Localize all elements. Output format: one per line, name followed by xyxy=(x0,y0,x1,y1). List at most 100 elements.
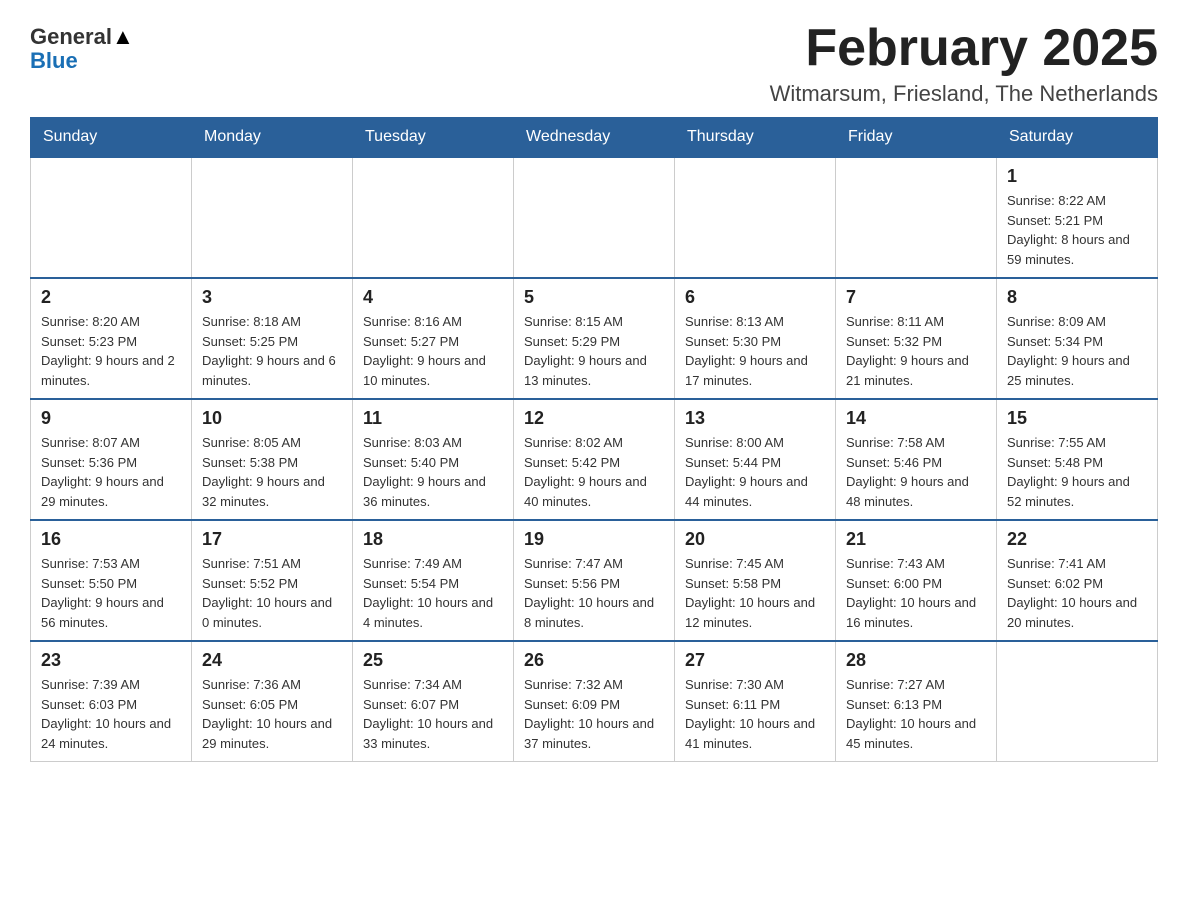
day-info: Sunrise: 8:20 AMSunset: 5:23 PMDaylight:… xyxy=(41,312,181,390)
calendar-cell: 3Sunrise: 8:18 AMSunset: 5:25 PMDaylight… xyxy=(192,278,353,399)
calendar-cell: 23 Sunrise: 7:39 AMSunset: 6:03 PMDayligh… xyxy=(31,641,192,762)
day-info: Sunrise: 7:27 AMSunset: 6:13 PMDaylight:… xyxy=(846,675,986,753)
day-info: Sunrise: 8:22 AMSunset: 5:21 PMDaylight:… xyxy=(1007,191,1147,269)
calendar-cell: 11 Sunrise: 8:03 AMSunset: 5:40 PMDayligh… xyxy=(353,399,514,520)
calendar-cell xyxy=(353,157,514,278)
day-number: 2 xyxy=(41,287,181,308)
calendar-cell: 25 Sunrise: 7:34 AMSunset: 6:07 PMDayligh… xyxy=(353,641,514,762)
day-info: Sunrise: 7:51 AMSunset: 5:52 PMDaylight:… xyxy=(202,554,342,632)
day-info: Sunrise: 7:36 AMSunset: 6:05 PMDaylight:… xyxy=(202,675,342,753)
day-number: 26 xyxy=(524,650,664,671)
calendar-cell: 15 Sunrise: 7:55 AMSunset: 5:48 PMDayligh… xyxy=(997,399,1158,520)
calendar-cell: 19 Sunrise: 7:47 AMSunset: 5:56 PMDayligh… xyxy=(514,520,675,641)
col-thursday: Thursday xyxy=(675,118,836,158)
day-info: Sunrise: 7:34 AMSunset: 6:07 PMDaylight:… xyxy=(363,675,503,753)
calendar-cell: 21 Sunrise: 7:43 AMSunset: 6:00 PMDayligh… xyxy=(836,520,997,641)
calendar-cell: 5 Sunrise: 8:15 AMSunset: 5:29 PMDaylight… xyxy=(514,278,675,399)
day-info: Sunrise: 7:41 AMSunset: 6:02 PMDaylight:… xyxy=(1007,554,1147,632)
day-info: Sunrise: 7:55 AMSunset: 5:48 PMDaylight:… xyxy=(1007,433,1147,511)
day-number: 28 xyxy=(846,650,986,671)
day-info: Sunrise: 7:30 AMSunset: 6:11 PMDaylight:… xyxy=(685,675,825,753)
day-number: 27 xyxy=(685,650,825,671)
calendar-week-row-1: 1 Sunrise: 8:22 AMSunset: 5:21 PMDaylight… xyxy=(31,157,1158,278)
calendar-cell: 28 Sunrise: 7:27 AMSunset: 6:13 PMDayligh… xyxy=(836,641,997,762)
calendar-cell xyxy=(514,157,675,278)
day-number: 24 xyxy=(202,650,342,671)
day-number: 16 xyxy=(41,529,181,550)
day-info: Sunrise: 8:11 AMSunset: 5:32 PMDaylight:… xyxy=(846,312,986,390)
day-number: 19 xyxy=(524,529,664,550)
day-number: 11 xyxy=(363,408,503,429)
calendar-cell: 7Sunrise: 8:11 AMSunset: 5:32 PMDaylight… xyxy=(836,278,997,399)
day-info: Sunrise: 7:45 AMSunset: 5:58 PMDaylight:… xyxy=(685,554,825,632)
logo-blue-text: Blue xyxy=(30,48,78,73)
day-number: 18 xyxy=(363,529,503,550)
day-number: 6 xyxy=(685,287,825,308)
day-info: Sunrise: 8:15 AMSunset: 5:29 PMDaylight:… xyxy=(524,312,664,390)
calendar-cell: 20 Sunrise: 7:45 AMSunset: 5:58 PMDayligh… xyxy=(675,520,836,641)
calendar-cell: 24 Sunrise: 7:36 AMSunset: 6:05 PMDayligh… xyxy=(192,641,353,762)
title-block: February 2025 Witmarsum, Friesland, The … xyxy=(770,20,1158,107)
day-number: 15 xyxy=(1007,408,1147,429)
day-number: 12 xyxy=(524,408,664,429)
day-info: Sunrise: 8:07 AMSunset: 5:36 PMDaylight:… xyxy=(41,433,181,511)
logo-general-text: General xyxy=(30,24,112,49)
logo: General▲ Blue xyxy=(30,20,134,73)
month-year-title: February 2025 xyxy=(770,20,1158,77)
calendar-cell xyxy=(192,157,353,278)
day-info: Sunrise: 7:43 AMSunset: 6:00 PMDaylight:… xyxy=(846,554,986,632)
day-number: 1 xyxy=(1007,166,1147,187)
day-info: Sunrise: 7:53 AMSunset: 5:50 PMDaylight:… xyxy=(41,554,181,632)
location-subtitle: Witmarsum, Friesland, The Netherlands xyxy=(770,81,1158,107)
col-tuesday: Tuesday xyxy=(353,118,514,158)
calendar-cell: 13 Sunrise: 8:00 AMSunset: 5:44 PMDayligh… xyxy=(675,399,836,520)
day-number: 5 xyxy=(524,287,664,308)
day-info: Sunrise: 8:09 AMSunset: 5:34 PMDaylight:… xyxy=(1007,312,1147,390)
day-info: Sunrise: 7:47 AMSunset: 5:56 PMDaylight:… xyxy=(524,554,664,632)
page-header: General▲ Blue February 2025 Witmarsum, F… xyxy=(30,20,1158,107)
calendar-cell: 14 Sunrise: 7:58 AMSunset: 5:46 PMDayligh… xyxy=(836,399,997,520)
day-info: Sunrise: 7:58 AMSunset: 5:46 PMDaylight:… xyxy=(846,433,986,511)
calendar-cell: 1 Sunrise: 8:22 AMSunset: 5:21 PMDaylight… xyxy=(997,157,1158,278)
day-number: 25 xyxy=(363,650,503,671)
calendar-cell xyxy=(997,641,1158,762)
calendar-cell: 27 Sunrise: 7:30 AMSunset: 6:11 PMDayligh… xyxy=(675,641,836,762)
day-info: Sunrise: 8:02 AMSunset: 5:42 PMDaylight:… xyxy=(524,433,664,511)
day-number: 9 xyxy=(41,408,181,429)
calendar-week-row-4: 16 Sunrise: 7:53 AMSunset: 5:50 PMDayligh… xyxy=(31,520,1158,641)
day-info: Sunrise: 7:32 AMSunset: 6:09 PMDaylight:… xyxy=(524,675,664,753)
col-saturday: Saturday xyxy=(997,118,1158,158)
day-number: 21 xyxy=(846,529,986,550)
col-wednesday: Wednesday xyxy=(514,118,675,158)
col-sunday: Sunday xyxy=(31,118,192,158)
calendar-cell: 10Sunrise: 8:05 AMSunset: 5:38 PMDayligh… xyxy=(192,399,353,520)
calendar-table: Sunday Monday Tuesday Wednesday Thursday… xyxy=(30,117,1158,762)
day-number: 22 xyxy=(1007,529,1147,550)
day-info: Sunrise: 8:18 AMSunset: 5:25 PMDaylight:… xyxy=(202,312,342,390)
calendar-week-row-3: 9 Sunrise: 8:07 AMSunset: 5:36 PMDaylight… xyxy=(31,399,1158,520)
calendar-cell xyxy=(836,157,997,278)
day-info: Sunrise: 8:00 AMSunset: 5:44 PMDaylight:… xyxy=(685,433,825,511)
day-number: 10 xyxy=(202,408,342,429)
day-info: Sunrise: 8:03 AMSunset: 5:40 PMDaylight:… xyxy=(363,433,503,511)
day-number: 4 xyxy=(363,287,503,308)
day-number: 8 xyxy=(1007,287,1147,308)
calendar-cell: 4Sunrise: 8:16 AMSunset: 5:27 PMDaylight… xyxy=(353,278,514,399)
day-number: 23 xyxy=(41,650,181,671)
calendar-week-row-2: 2 Sunrise: 8:20 AMSunset: 5:23 PMDaylight… xyxy=(31,278,1158,399)
day-info: Sunrise: 7:39 AMSunset: 6:03 PMDaylight:… xyxy=(41,675,181,753)
day-number: 13 xyxy=(685,408,825,429)
calendar-cell: 8 Sunrise: 8:09 AMSunset: 5:34 PMDaylight… xyxy=(997,278,1158,399)
day-info: Sunrise: 7:49 AMSunset: 5:54 PMDaylight:… xyxy=(363,554,503,632)
col-monday: Monday xyxy=(192,118,353,158)
day-number: 14 xyxy=(846,408,986,429)
calendar-week-row-5: 23 Sunrise: 7:39 AMSunset: 6:03 PMDayligh… xyxy=(31,641,1158,762)
calendar-cell: 18 Sunrise: 7:49 AMSunset: 5:54 PMDayligh… xyxy=(353,520,514,641)
calendar-cell: 6 Sunrise: 8:13 AMSunset: 5:30 PMDaylight… xyxy=(675,278,836,399)
day-info: Sunrise: 8:13 AMSunset: 5:30 PMDaylight:… xyxy=(685,312,825,390)
calendar-cell: 17Sunrise: 7:51 AMSunset: 5:52 PMDayligh… xyxy=(192,520,353,641)
calendar-cell: 16 Sunrise: 7:53 AMSunset: 5:50 PMDayligh… xyxy=(31,520,192,641)
day-number: 20 xyxy=(685,529,825,550)
calendar-cell xyxy=(31,157,192,278)
calendar-cell: 9 Sunrise: 8:07 AMSunset: 5:36 PMDaylight… xyxy=(31,399,192,520)
